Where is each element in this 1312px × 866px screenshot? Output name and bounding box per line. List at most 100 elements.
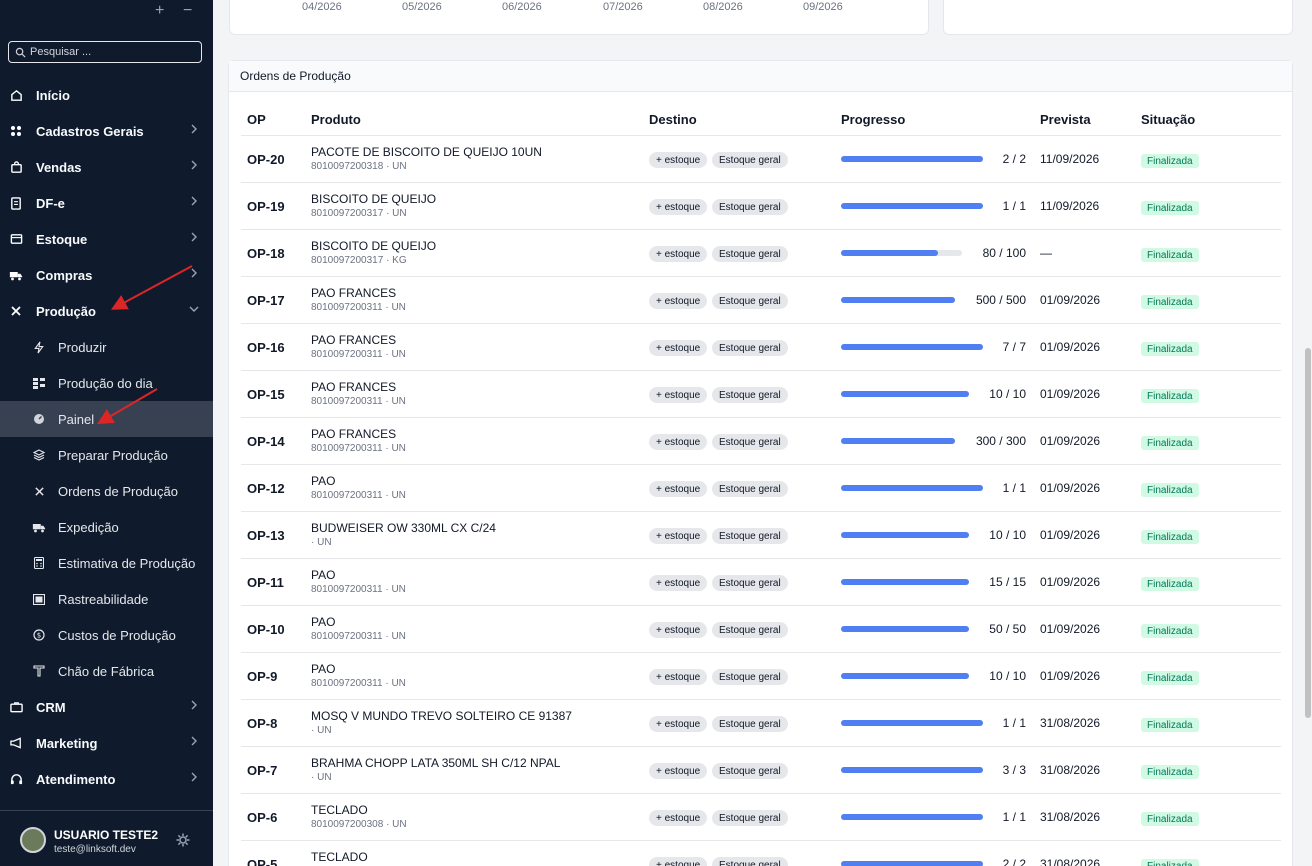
table-row[interactable]: OP-10 PAO 8010097200311 · UN + estoque Estoq… — [241, 606, 1281, 653]
document-icon — [8, 195, 24, 211]
destination-badge: + estoque — [649, 481, 708, 497]
op-number[interactable]: OP-11 — [247, 575, 284, 590]
product-name: PAO FRANCES — [311, 333, 397, 347]
search-box[interactable] — [8, 41, 202, 63]
op-number[interactable]: OP-10 — [247, 622, 285, 637]
sidebar-nav: Início Cadastros Gerais Vendas DF-e Esto… — [0, 77, 213, 797]
sidebar-subitem-chao-fabrica[interactable]: Chão de Fábrica — [0, 653, 213, 689]
op-number[interactable]: OP-12 — [247, 481, 285, 496]
progress-count: 7 / 7 — [1002, 340, 1026, 354]
destination-badge: + estoque — [649, 387, 708, 403]
sidebar-item-producao[interactable]: Produção — [0, 293, 213, 329]
column-header[interactable]: Produto — [311, 112, 361, 127]
table-row[interactable]: OP-13 BUDWEISER OW 330ML CX C/24 · UN + est… — [241, 512, 1281, 559]
expected-date: — — [1040, 246, 1052, 260]
progress-bar — [841, 579, 969, 585]
op-number[interactable]: OP-20 — [247, 152, 285, 167]
sidebar-item-cadastros[interactable]: Cadastros Gerais — [0, 113, 213, 149]
status-badge: Finalizada — [1141, 436, 1199, 450]
op-number[interactable]: OP-17 — [247, 293, 285, 308]
column-header[interactable]: Prevista — [1040, 112, 1091, 127]
sidebar-item-label: Compras — [36, 267, 93, 283]
progress-fill — [841, 156, 983, 162]
table-row[interactable]: OP-9 PAO 8010097200311 · UN + estoque Estoqu… — [241, 653, 1281, 700]
table-row[interactable]: OP-16 PAO FRANCES 8010097200311 · UN + esto… — [241, 324, 1281, 371]
warehouse-badge: Estoque geral — [712, 152, 788, 168]
sidebar-subitem-ordens-producao[interactable]: Ordens de Produção — [0, 473, 213, 509]
sidebar-item-label: DF-e — [36, 195, 65, 211]
op-number[interactable]: OP-5 — [247, 857, 277, 866]
status-badge: Finalizada — [1141, 812, 1199, 826]
summary-card — [943, 0, 1293, 35]
product-code: 8010097200311 · UN — [311, 678, 406, 689]
op-number[interactable]: OP-9 — [247, 669, 277, 684]
op-number[interactable]: OP-8 — [247, 716, 277, 731]
warehouse-badge: Estoque geral — [712, 481, 788, 497]
sidebar-item-crm[interactable]: CRM — [0, 689, 213, 725]
monthly-chart-card: 04/2026 05/2026 06/2026 07/2026 08/2026 … — [229, 0, 929, 35]
user-panel: USUARIO TESTE2 teste@linksoft.dev — [0, 810, 213, 866]
avatar[interactable] — [20, 827, 46, 853]
op-number[interactable]: OP-7 — [247, 763, 277, 778]
table-row[interactable]: OP-15 PAO FRANCES 8010097200311 · UN + esto… — [241, 371, 1281, 418]
sidebar-subitem-produzir[interactable]: Produzir — [0, 329, 213, 365]
expected-date: 01/09/2026 — [1040, 622, 1101, 636]
sidebar-item-dfe[interactable]: DF-e — [0, 185, 213, 221]
op-number[interactable]: OP-15 — [247, 387, 285, 402]
status-badge: Finalizada — [1141, 624, 1199, 638]
gear-icon[interactable] — [176, 833, 190, 847]
table-row[interactable]: OP-11 PAO 8010097200311 · UN + estoque Estoq… — [241, 559, 1281, 606]
column-header[interactable]: Progresso — [841, 112, 905, 127]
table-row[interactable]: OP-5 TECLADO + estoque Estoque geral 2 / 2 31… — [241, 841, 1281, 866]
table-row[interactable]: OP-18 BISCOITO DE QUEIJO 8010097200317 · K… — [241, 230, 1281, 277]
column-header[interactable]: Situação — [1141, 112, 1195, 127]
scrollbar[interactable] — [1304, 0, 1312, 866]
destination-badge: + estoque — [649, 528, 708, 544]
table-row[interactable]: OP-7 BRAHMA CHOPP LATA 350ML SH C/12 NPAL… — [241, 747, 1281, 794]
sidebar-subitem-label: Rastreabilidade — [58, 591, 149, 607]
table-row[interactable]: OP-12 PAO 8010097200311 · UN + estoque Estoq… — [241, 465, 1281, 512]
table-row[interactable]: OP-17 PAO FRANCES 8010097200311 · UN + esto… — [241, 277, 1281, 324]
sidebar-item-compras[interactable]: Compras — [0, 257, 213, 293]
op-number[interactable]: OP-19 — [247, 199, 285, 214]
table-row[interactable]: OP-20 PACOTE DE BISCOITO DE QUEIJO 10UN 80… — [241, 136, 1281, 183]
product-name: PAO FRANCES — [311, 380, 397, 394]
column-header[interactable]: OP — [247, 112, 266, 127]
sidebar-item-atendimento[interactable]: Atendimento — [0, 761, 213, 797]
collapse-all-icon[interactable]: − — [183, 2, 192, 20]
op-number[interactable]: OP-6 — [247, 810, 277, 825]
expected-date: 11/09/2026 — [1040, 199, 1100, 213]
product-code: 8010097200318 · UN — [311, 161, 407, 172]
product-name: PACOTE DE BISCOITO DE QUEIJO 10UN — [311, 145, 542, 159]
search-input[interactable] — [30, 46, 190, 58]
warehouse-badge: Estoque geral — [712, 763, 788, 779]
table-row[interactable]: OP-6 TECLADO 8010097200308 · UN + estoque Es… — [241, 794, 1281, 841]
sidebar-item-marketing[interactable]: Marketing — [0, 725, 213, 761]
product-name: PAO — [311, 615, 336, 629]
sidebar-subitem-rastreabilidade[interactable]: Rastreabilidade — [0, 581, 213, 617]
warehouse-badge: Estoque geral — [712, 810, 788, 826]
sidebar-item-estoque[interactable]: Estoque — [0, 221, 213, 257]
sidebar-subitem-estimativa[interactable]: Estimativa de Produção — [0, 545, 213, 581]
op-number[interactable]: OP-14 — [247, 434, 285, 449]
op-number[interactable]: OP-18 — [247, 246, 285, 261]
progress-count: 500 / 500 — [975, 293, 1026, 307]
table-row[interactable]: OP-14 PAO FRANCES 8010097200311 · UN + esto… — [241, 418, 1281, 465]
table-row[interactable]: OP-19 BISCOITO DE QUEIJO 8010097200317 · U… — [241, 183, 1281, 230]
scrollbar-thumb[interactable] — [1305, 348, 1311, 718]
op-number[interactable]: OP-16 — [247, 340, 285, 355]
sidebar-subitem-preparar-producao[interactable]: Preparar Produção — [0, 437, 213, 473]
destination-badge: + estoque — [649, 199, 708, 215]
sidebar-subitem-expedicao[interactable]: Expedição — [0, 509, 213, 545]
progress-count: 3 / 3 — [1002, 763, 1026, 777]
expected-date: 31/08/2026 — [1040, 857, 1101, 866]
column-header[interactable]: Destino — [649, 112, 697, 127]
sidebar-item-vendas[interactable]: Vendas — [0, 149, 213, 185]
sidebar-subitem-custos[interactable]: $ Custos de Produção — [0, 617, 213, 653]
expand-all-icon[interactable]: + — [155, 2, 164, 20]
sidebar-subitem-producao-do-dia[interactable]: Produção do dia — [0, 365, 213, 401]
sidebar-subitem-painel[interactable]: Painel — [0, 401, 213, 437]
op-number[interactable]: OP-13 — [247, 528, 285, 543]
sidebar-item-inicio[interactable]: Início — [0, 77, 213, 113]
table-row[interactable]: OP-8 MOSQ V MUNDO TREVO SOLTEIRO CE 91387… — [241, 700, 1281, 747]
